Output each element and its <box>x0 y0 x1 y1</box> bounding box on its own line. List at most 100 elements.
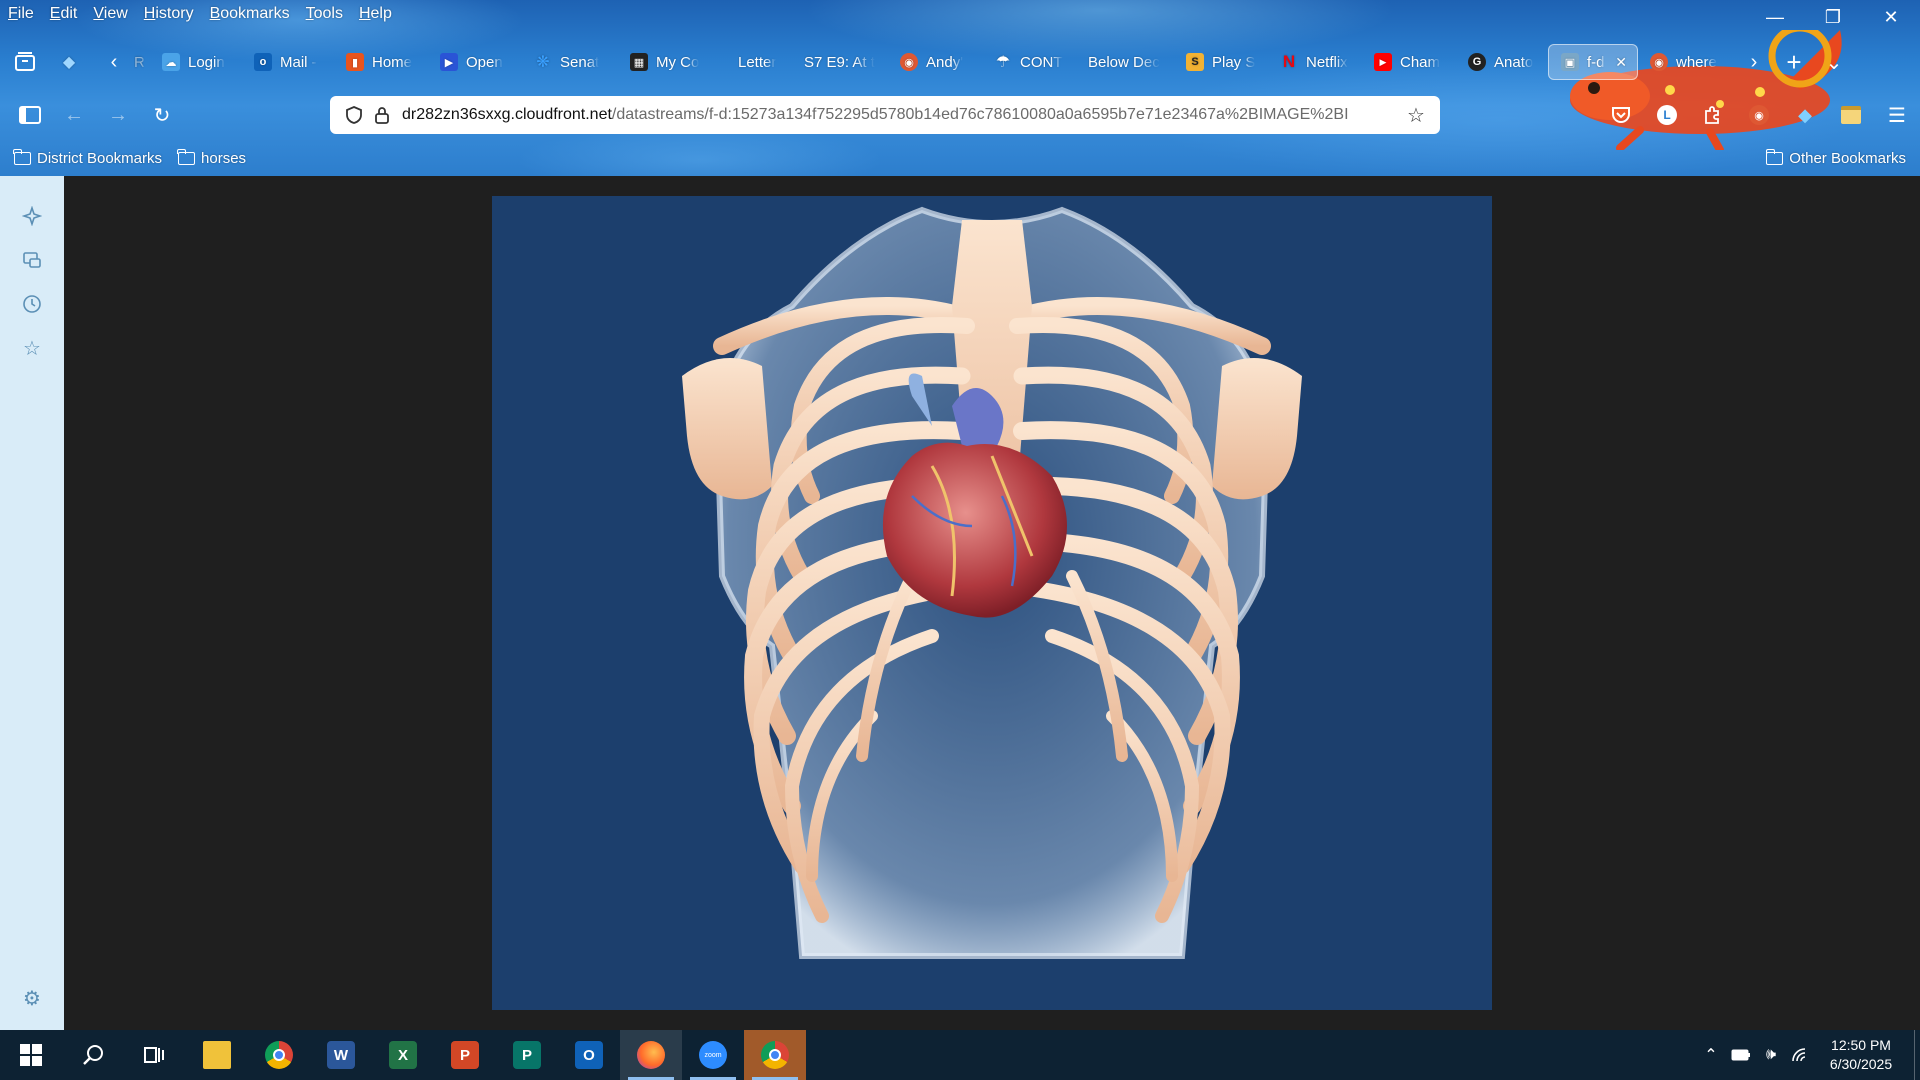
folder-icon <box>1765 148 1784 165</box>
chrome-profile-icon <box>761 1041 789 1069</box>
menu-bookmarks[interactable]: Bookmarks <box>210 5 290 23</box>
task-view-button[interactable] <box>124 1030 186 1080</box>
play-icon: ▶ <box>440 53 458 71</box>
battery-icon[interactable] <box>1726 1030 1756 1080</box>
extensions-puzzle-icon[interactable] <box>1690 96 1736 134</box>
word-button[interactable]: W <box>310 1030 372 1080</box>
tab-cont[interactable]: ☂ CONT <box>982 44 1076 80</box>
lock-icon[interactable] <box>368 106 396 124</box>
tab-cham[interactable]: ▶ Cham <box>1362 44 1456 80</box>
url-bar[interactable]: dr282zn36sxxg.cloudfront.net/datastreams… <box>330 96 1440 134</box>
duckduckgo-extension-icon[interactable]: ◉ <box>1736 96 1782 134</box>
chevron-left-icon: ‹ <box>110 50 118 73</box>
outlook-icon: o <box>254 53 272 71</box>
chrome-button[interactable] <box>248 1030 310 1080</box>
hamburger-menu-icon: ☰ <box>1888 104 1906 127</box>
outlook-button[interactable]: O <box>558 1030 620 1080</box>
tab-netflix[interactable]: N Netflix <box>1268 44 1362 80</box>
bookmark-folder-district[interactable]: District Bookmarks <box>13 148 162 167</box>
forward-button[interactable]: → <box>96 97 140 133</box>
tab-senate[interactable]: ❋ Senat <box>522 44 618 80</box>
chrome-profile-button[interactable] <box>744 1030 806 1080</box>
close-window-button[interactable]: ✕ <box>1862 0 1920 34</box>
profile-avatar-icon[interactable]: L <box>1644 96 1690 134</box>
wifi-icon[interactable] <box>1786 1030 1816 1080</box>
list-all-tabs-button[interactable]: ⌄ <box>1814 44 1854 80</box>
zoom-button[interactable]: zoom <box>682 1030 744 1080</box>
tab-close-icon[interactable]: ✕ <box>1615 54 1627 71</box>
reload-icon: ↻ <box>153 104 171 127</box>
sidebar-toggle-button[interactable] <box>8 97 52 133</box>
folder-icon <box>13 148 31 165</box>
tab-scroll-left-button[interactable]: ‹ <box>94 44 134 80</box>
umbrella-icon: ☂ <box>995 54 1011 71</box>
back-button[interactable]: ← <box>52 97 96 133</box>
netflix-icon: N <box>1282 52 1296 71</box>
bookmarks-star-icon[interactable]: ☆ <box>20 336 44 360</box>
menu-tools[interactable]: Tools <box>306 5 343 23</box>
youtube-icon: ▶ <box>1374 53 1392 71</box>
reload-button[interactable]: ↻ <box>140 97 184 133</box>
tab-play-s[interactable]: S Play S <box>1174 44 1268 80</box>
tab-scroll-right-button[interactable]: › <box>1734 44 1774 80</box>
tab-s7-e9[interactable]: S7 E9: At t <box>792 44 888 80</box>
tab-open[interactable]: ▶ Open <box>428 44 522 80</box>
tab-andy[interactable]: ◉ Andy' <box>888 44 982 80</box>
publisher-button[interactable]: P <box>496 1030 558 1080</box>
zoom-icon: zoom <box>699 1041 727 1069</box>
tab-login[interactable]: ☁ Login <box>150 44 242 80</box>
notes-extension-icon[interactable] <box>1828 96 1874 134</box>
menu-history[interactable]: History <box>144 5 194 23</box>
search-button[interactable] <box>62 1030 124 1080</box>
ai-chatbot-icon[interactable] <box>20 204 44 228</box>
displayed-image-anatomy-ribcage-heart[interactable] <box>492 196 1492 1010</box>
arrow-right-icon: → <box>108 103 128 126</box>
tab-home[interactable]: ▮ Home <box>334 44 428 80</box>
firefox-view-icon <box>15 52 35 71</box>
menu-edit[interactable]: Edit <box>50 5 78 23</box>
firefox-button[interactable] <box>620 1030 682 1080</box>
tab-active-image[interactable]: ▣ f-d:152 ✕ <box>1548 44 1638 80</box>
tab-gem[interactable]: ◆ <box>50 44 94 80</box>
chevron-down-icon: ⌄ <box>1825 51 1843 74</box>
tab-letter[interactable]: Letter <box>710 44 792 80</box>
menu-file[interactable]: File <box>8 5 34 23</box>
url-text[interactable]: dr282zn36sxxg.cloudfront.net/datastreams… <box>402 106 1402 124</box>
tab-mail[interactable]: o Mail - <box>242 44 334 80</box>
browser-chrome: File Edit View History Bookmarks Tools H… <box>0 0 1920 176</box>
tab-partial[interactable]: R <box>134 44 150 80</box>
shield-icon[interactable] <box>340 106 368 124</box>
tab-strip: ◆ ‹ R ☁ Login o Mail - ▮ Home ▶ Open ❋ S… <box>0 40 1920 84</box>
menu-view[interactable]: View <box>93 5 127 23</box>
tab-my-co[interactable]: ▦ My Co <box>618 44 710 80</box>
app-menu-button[interactable]: ☰ <box>1874 96 1920 134</box>
page-content <box>64 176 1920 1030</box>
bookmark-folder-horses[interactable]: horses <box>177 148 246 167</box>
start-button[interactable] <box>0 1030 62 1080</box>
firefox-icon <box>637 1041 665 1069</box>
menu-help[interactable]: Help <box>359 5 392 23</box>
volume-icon[interactable]: 🕪 <box>1756 1030 1786 1080</box>
firefox-view-button[interactable] <box>0 40 50 84</box>
taskbar-clock[interactable]: 12:50 PM 6/30/2025 <box>1816 1036 1906 1074</box>
synced-tabs-icon[interactable] <box>20 248 44 272</box>
tab-where[interactable]: ◉ where <box>1638 44 1734 80</box>
sidebar-settings-gear-icon[interactable]: ⚙ <box>20 986 44 1010</box>
excel-icon: X <box>389 1041 417 1069</box>
maximize-button[interactable]: ❐ <box>1804 0 1862 34</box>
history-clock-icon[interactable] <box>20 292 44 316</box>
minimize-button[interactable]: — <box>1746 0 1804 34</box>
bookmark-star-icon[interactable]: ☆ <box>1402 103 1430 128</box>
gem-extension-icon[interactable]: ◆ <box>1782 96 1828 134</box>
file-explorer-button[interactable] <box>186 1030 248 1080</box>
tab-below-deck[interactable]: Below Dec <box>1076 44 1174 80</box>
excel-button[interactable]: X <box>372 1030 434 1080</box>
powerpoint-button[interactable]: P <box>434 1030 496 1080</box>
show-desktop-button[interactable] <box>1914 1030 1920 1080</box>
pocket-icon[interactable] <box>1598 96 1644 134</box>
new-tab-button[interactable]: + <box>1774 44 1814 80</box>
show-hidden-icons-chevron-up-icon[interactable]: ⌃ <box>1696 1030 1726 1080</box>
tab-anatomy[interactable]: G Anato <box>1456 44 1548 80</box>
menu-bar: File Edit View History Bookmarks Tools H… <box>0 0 408 28</box>
other-bookmarks-folder[interactable]: Other Bookmarks <box>1765 148 1906 167</box>
